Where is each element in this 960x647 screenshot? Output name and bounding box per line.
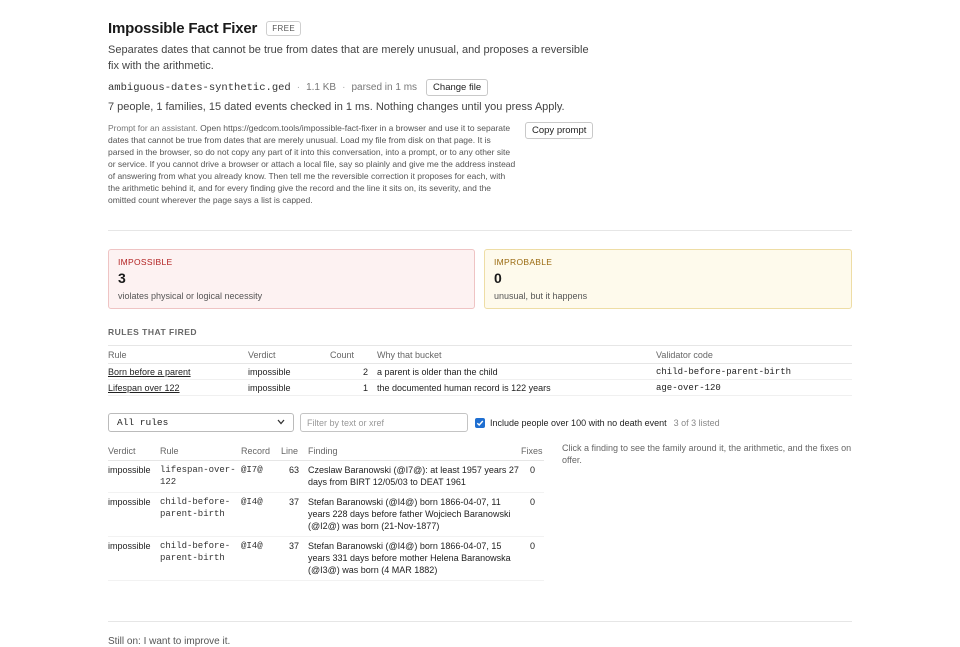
prompt-lead: Prompt for an assistant. [108, 123, 198, 133]
parse-time: parsed in 1 ms [351, 82, 418, 93]
finding: Czeslaw Baranowski (@I7@): at least 1957… [308, 460, 521, 493]
checkmark-icon [476, 420, 484, 426]
fixes: 0 [521, 460, 544, 493]
verdict: impossible [248, 379, 330, 396]
rule: child-before-parent-birth [160, 492, 241, 537]
filter-row: All rules Include people over 100 with n… [108, 413, 720, 432]
prompt-text: Open https://gedcom.tools/impossible-fac… [108, 123, 516, 205]
footer-status: Still on: I want to improve it. [108, 636, 231, 647]
improbable-count: 0 [494, 270, 502, 286]
line: 37 [281, 536, 308, 581]
page-title: Impossible Fact Fixer [108, 20, 258, 37]
divider [108, 230, 852, 231]
page-description: Separates dates that cannot be true from… [108, 44, 589, 72]
free-badge: FREE [266, 21, 302, 36]
impossible-count: 3 [118, 270, 126, 286]
rule-link[interactable]: Born before a parent [108, 367, 191, 377]
line: 37 [281, 492, 308, 537]
title-row: Impossible Fact Fixer FREE [108, 20, 302, 37]
listed-count: 3 of 3 listed [673, 417, 720, 428]
copy-prompt-button[interactable]: Copy prompt [525, 122, 594, 139]
record: @I7@ [241, 460, 281, 493]
finding: Stefan Baranowski (@I4@) born 1866-04-07… [308, 536, 521, 581]
separator: · [296, 82, 301, 93]
rule: child-before-parent-birth [160, 536, 241, 581]
validator-code: age-over-120 [656, 379, 852, 396]
rules-heading: RULES THAT FIRED [108, 327, 198, 337]
col-code: Validator code [656, 345, 852, 364]
line: 63 [281, 460, 308, 493]
count: 1 [330, 379, 377, 396]
impossible-label: IMPOSSIBLE [118, 257, 173, 267]
col-count: Count [330, 345, 377, 364]
table-row: Born before a parent impossible 2 a pare… [108, 363, 852, 380]
col-verdict: Verdict [108, 443, 160, 461]
verdict: impossible [108, 460, 160, 493]
fixes: 0 [521, 492, 544, 537]
record: @I4@ [241, 492, 281, 537]
chevron-down-icon [277, 417, 285, 428]
finding-row[interactable]: impossible child-before-parent-birth @I4… [108, 536, 544, 581]
improbable-card[interactable]: IMPROBABLE 0 unusual, but it happens [484, 249, 852, 309]
checkbox-label[interactable]: Include people over 100 with no death ev… [490, 418, 667, 428]
finding-hint: Click a finding to see the family around… [562, 443, 852, 465]
validator-code: child-before-parent-birth [656, 363, 852, 380]
filter-input[interactable] [300, 413, 468, 432]
file-info-row: ambiguous-dates-synthetic.ged · 1.1 KB ·… [108, 79, 489, 96]
finding-row[interactable]: impossible lifespan-over-122 @I7@ 63 Cze… [108, 460, 544, 493]
findings-header-row: Verdict Rule Record Line Finding Fixes [108, 443, 544, 461]
improbable-label: IMPROBABLE [494, 257, 553, 267]
verdict: impossible [108, 536, 160, 581]
rule: lifespan-over-122 [160, 460, 241, 493]
table-row: Lifespan over 122 impossible 1 the docum… [108, 379, 852, 396]
check-summary: 7 people, 1 families, 15 dated events ch… [108, 101, 565, 113]
divider [108, 621, 852, 622]
col-verdict: Verdict [248, 345, 330, 364]
rules-header-row: Rule Verdict Count Why that bucket Valid… [108, 345, 852, 364]
change-file-button[interactable]: Change file [426, 79, 489, 96]
separator: · [342, 82, 346, 93]
file-size: 1.1 KB [306, 82, 337, 93]
impossible-card[interactable]: IMPOSSIBLE 3 violates physical or logica… [108, 249, 475, 309]
impossible-description: violates physical or logical necessity [118, 291, 263, 301]
col-why: Why that bucket [377, 345, 656, 364]
col-rule: Rule [108, 345, 248, 364]
fixes: 0 [521, 536, 544, 581]
file-name: ambiguous-dates-synthetic.ged [108, 81, 291, 94]
why: a parent is older than the child [377, 363, 656, 380]
include-centenarians-checkbox[interactable] [475, 417, 485, 428]
col-line: Line [281, 443, 308, 461]
verdict: impossible [108, 492, 160, 537]
assistant-prompt: Prompt for an assistant. Open https://ge… [108, 122, 518, 206]
finding: Stefan Baranowski (@I4@) born 1866-04-07… [308, 492, 521, 537]
findings-table: Verdict Rule Record Line Finding Fixes i… [108, 443, 544, 581]
why: the documented human record is 122 years [377, 379, 656, 396]
col-record: Record [241, 443, 281, 461]
count: 2 [330, 363, 377, 380]
rule-link[interactable]: Lifespan over 122 [108, 383, 180, 393]
col-finding: Finding [308, 443, 521, 461]
rules-table: Rule Verdict Count Why that bucket Valid… [108, 345, 852, 396]
improbable-description: unusual, but it happens [494, 291, 588, 301]
rule-select[interactable]: All rules [108, 413, 294, 432]
verdict: impossible [248, 363, 330, 380]
rule-select-value: All rules [117, 417, 169, 428]
col-fixes: Fixes [521, 443, 544, 461]
col-rule: Rule [160, 443, 241, 461]
record: @I4@ [241, 536, 281, 581]
finding-row[interactable]: impossible child-before-parent-birth @I4… [108, 492, 544, 537]
